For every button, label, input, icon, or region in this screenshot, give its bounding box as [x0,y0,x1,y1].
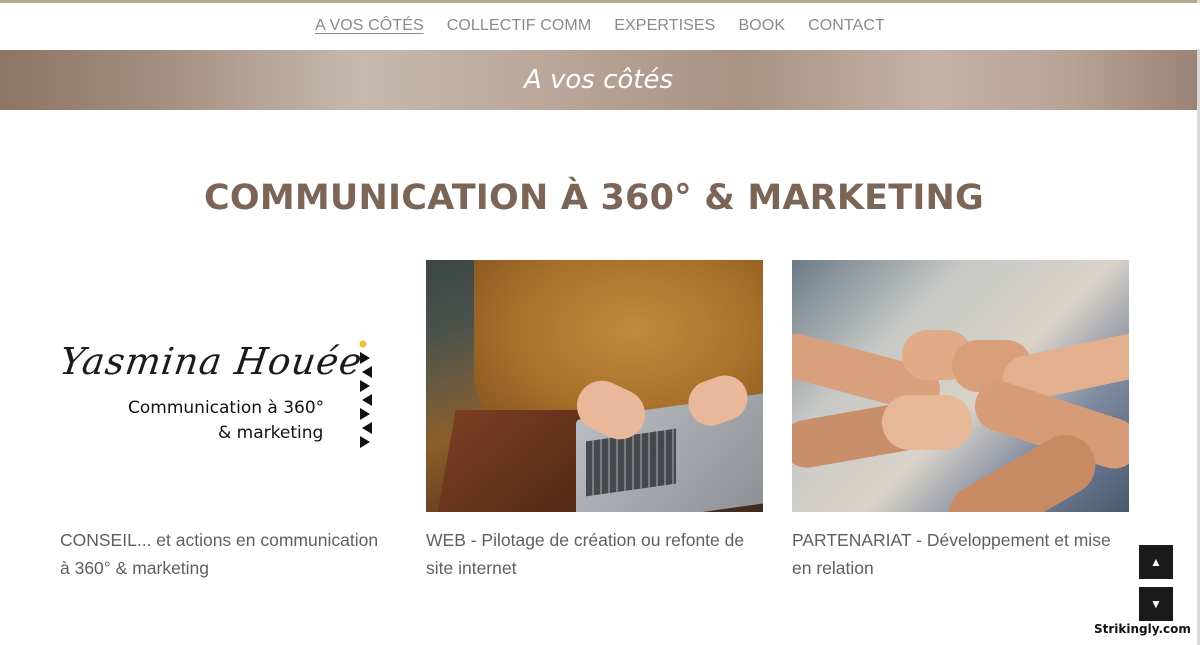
nav-item-contact[interactable]: CONTACT [808,17,885,35]
card-caption: WEB - Pilotage de création ou refonte de… [426,526,766,582]
nav-item-collectif-comm[interactable]: COLLECTIF COMM [447,17,592,35]
laptop-typing-photo [426,260,763,512]
nav-item-a-vos-cotes[interactable]: A VOS CÔTÉS [315,17,424,35]
team-fists-together-photo [792,260,1129,512]
caption-line: PARTENARIAT - Développement et mise [792,530,1111,550]
page-banner: A vos côtés [0,50,1197,110]
service-card-partenariat: PARTENARIAT - Développement et mise en r… [792,260,1129,578]
card-caption: CONSEIL... et actions en communication à… [60,526,400,582]
logo-script-name: Yasmina Houée [60,340,366,383]
service-card-conseil: Yasmina Houée Communication à 360° & mar… [60,260,397,578]
banner-title: A vos côtés [523,65,674,95]
yasmina-houee-logo: Yasmina Houée Communication à 360° & mar… [60,260,397,512]
card-caption: PARTENARIAT - Développement et mise en r… [792,526,1132,582]
scroll-down-button[interactable]: ▼ [1139,587,1173,621]
caption-line: CONSEIL... et actions en communication [60,530,379,550]
logo-subtitle-line1: Communication à 360° [128,398,325,418]
main-nav: A VOS CÔTÉS COLLECTIF COMM EXPERTISES BO… [0,3,1200,49]
caption-line: en relation [792,558,874,578]
service-card-web: WEB - Pilotage de création ou refonte de… [426,260,763,578]
scroll-up-button[interactable]: ▲ [1139,545,1173,579]
nav-item-book[interactable]: BOOK [738,17,785,35]
section-title: COMMUNICATION À 360° & MARKETING [204,178,984,218]
caption-line: site internet [426,558,517,578]
logo-triangle-mark-icon [359,340,372,448]
nav-item-expertises[interactable]: EXPERTISES [614,17,715,35]
strikingly-brand-link[interactable]: Strikingly.com [1094,622,1191,636]
caption-line: à 360° & marketing [60,558,210,578]
logo-subtitle-line2: & marketing [218,423,324,443]
caption-line: WEB - Pilotage de création ou refonte de [426,530,745,550]
